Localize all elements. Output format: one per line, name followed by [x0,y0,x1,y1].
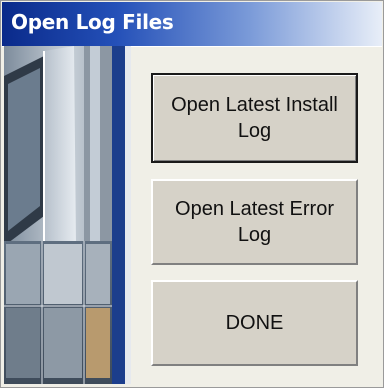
window-title: Open Log Files [11,10,174,34]
done-label: DONE [225,312,284,334]
open-latest-error-log-button[interactable]: Open Latest Error Log [151,179,358,265]
error-log-label-line2: Log [237,224,272,246]
open-log-files-dialog: Open Log Files Open Latest Install Log O… [0,0,384,388]
title-bar[interactable]: Open Log Files [2,2,382,46]
done-button[interactable]: DONE [151,280,358,366]
decorative-building-image [4,46,131,384]
error-log-label-line1: Open Latest Error [175,198,334,220]
install-log-label-line2: Log [237,120,272,142]
open-latest-install-log-button[interactable]: Open Latest Install Log [151,73,358,163]
install-log-label-line1: Open Latest Install [171,94,338,116]
